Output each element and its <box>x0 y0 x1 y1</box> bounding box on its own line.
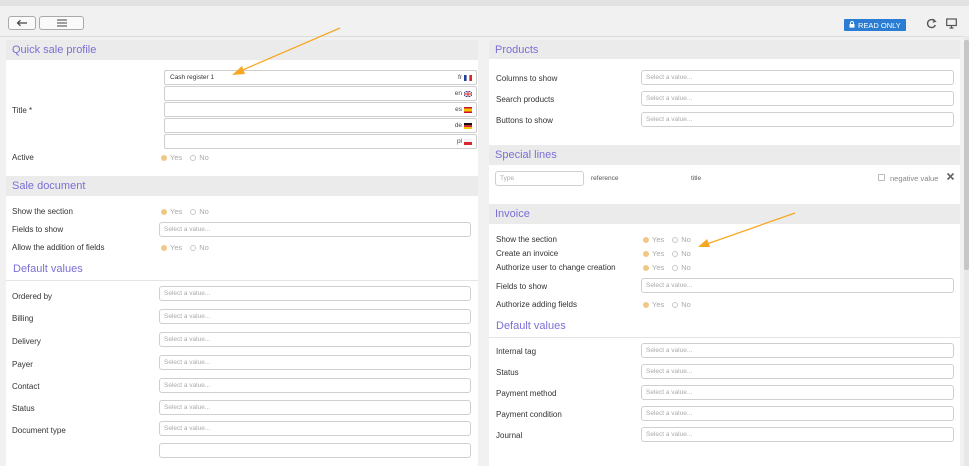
annotation-arrow-icon <box>698 212 796 247</box>
annotation-arrow-icon <box>232 27 341 75</box>
annotation-arrows <box>232 27 796 247</box>
